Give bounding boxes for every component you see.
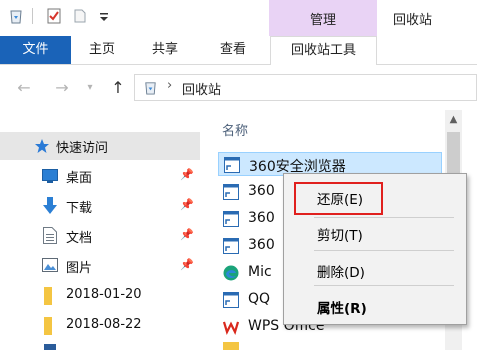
menu-separator [314,285,454,286]
nav-item-pictures[interactable]: 图片 📌 [0,252,200,280]
scroll-up-icon[interactable]: ▲ [445,110,462,130]
tab-share[interactable]: 共享 [142,36,188,64]
document-icon [43,227,57,244]
nav-item-quick-access[interactable]: 快速访问 [0,132,200,160]
arrow-up-icon: ↑ [111,78,125,97]
nav-item-label: 2018-08-22 [66,317,142,332]
nav-item-label: 桌面 [66,171,93,186]
tab-file[interactable]: 文件 [0,36,71,64]
up-button[interactable]: ↑ [108,78,128,98]
customize-dropdown-icon[interactable] [96,8,112,24]
tab-home[interactable]: 主页 [79,36,125,64]
file-row-partial [223,342,239,350]
menu-item-properties[interactable]: 属性(R) [317,297,367,317]
desktop-icon [42,169,58,183]
menu-item-restore[interactable]: 还原(E) [317,188,363,208]
nav-item-folder-2018-01-20[interactable]: 2018-01-20 [0,282,200,310]
contextual-group-label: 管理 [309,13,336,28]
new-folder-icon[interactable] [73,8,89,24]
pin-icon: 📌 [180,168,194,181]
arrow-left-icon: ← [17,78,31,97]
chevron-down-icon: ▾ [87,82,93,93]
column-header-name[interactable]: 名称 [222,120,248,139]
shortcut-icon [223,292,239,308]
ribbon-tabs: 文件 主页 共享 查看 回收站工具 [0,36,477,65]
edge-icon [223,265,239,281]
qa-separator [32,8,33,24]
context-menu: 还原(E) 剪切(T) 删除(D) 属性(R) [283,173,467,325]
star-icon [35,139,49,153]
shortcut-icon [223,184,239,200]
nav-item-label: 2018-01-20 [66,287,142,302]
address-bar[interactable]: › 回收站 [134,74,477,101]
nav-item-documents[interactable]: 文档 📌 [0,222,200,250]
back-button[interactable]: ← [14,78,34,98]
nav-item-label: 文档 [66,231,93,246]
shortcut-icon [224,157,240,173]
forward-button[interactable]: → [52,78,72,98]
nav-item-label: 图片 [66,261,93,276]
download-icon [43,197,57,214]
pin-icon: 📌 [180,258,194,271]
breadcrumb[interactable]: 回收站 [182,79,221,98]
folder-icon [44,287,52,305]
menu-separator [314,250,454,251]
nav-item-label: 快速访问 [56,141,109,156]
properties-icon[interactable] [46,8,62,24]
pin-icon: 📌 [180,228,194,241]
pin-icon: 📌 [180,198,194,211]
arrow-right-icon: → [55,78,69,97]
menu-separator [314,217,454,218]
menu-item-cut[interactable]: 剪切(T) [317,224,363,244]
contextual-tab-group: 管理 [269,0,377,36]
recycle-bin-icon [10,10,22,24]
nav-item-folder-2018-08-22[interactable]: 2018-08-22 [0,312,200,340]
nav-item-desktop[interactable]: 桌面 📌 [0,162,200,190]
window-title: 回收站 [393,13,433,28]
shortcut-icon [223,238,239,254]
tab-view[interactable]: 查看 [210,36,256,64]
picture-icon [42,258,58,272]
folder-icon [44,317,52,335]
recent-locations-button[interactable]: ▾ [80,78,100,98]
nav-item-partial [44,344,56,350]
recycle-bin-icon [145,82,156,95]
breadcrumb-chevron-icon[interactable]: › [167,78,172,93]
nav-item-downloads[interactable]: 下载 📌 [0,192,200,220]
shortcut-icon [223,211,239,227]
tab-recycle-bin-tools[interactable]: 回收站工具 [270,36,377,65]
menu-item-delete[interactable]: 删除(D) [317,261,365,281]
nav-item-label: 下载 [66,201,93,216]
wps-icon [223,319,239,335]
